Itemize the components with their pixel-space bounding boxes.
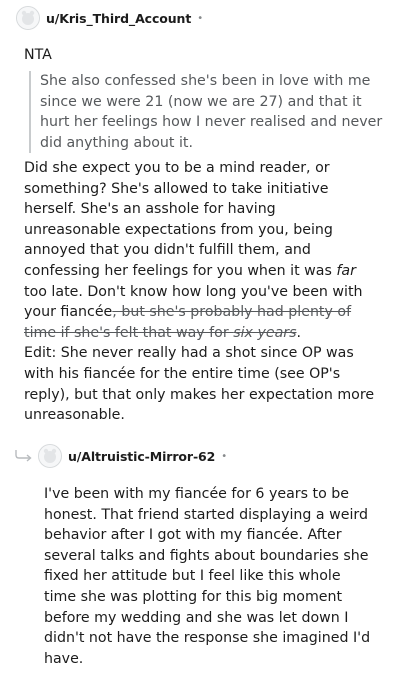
edit-text: Edit: She never really had a shot since … bbox=[24, 345, 375, 424]
verdict-text: NTA bbox=[24, 47, 52, 63]
body-text: Did she expect you to be a mind reader, … bbox=[24, 160, 337, 279]
separator-dot: • bbox=[197, 12, 204, 24]
comment-body: Did she expect you to be a mind reader, … bbox=[24, 158, 376, 426]
reply-arrow-icon bbox=[15, 450, 32, 462]
separator-dot: • bbox=[221, 450, 228, 462]
username[interactable]: u/Kris_Third_Account bbox=[46, 11, 191, 26]
avatar[interactable] bbox=[16, 6, 40, 30]
avatar[interactable] bbox=[38, 444, 62, 468]
comment-body: I've been with my fiancée for 6 years to… bbox=[44, 486, 371, 667]
emphasis-text: far bbox=[336, 262, 356, 279]
comment-header: u/Altruistic-Mirror-62 • bbox=[38, 444, 227, 468]
default-avatar-icon bbox=[17, 7, 39, 29]
default-avatar-icon bbox=[39, 445, 61, 467]
blockquote: She also confessed she's been in love wi… bbox=[29, 71, 385, 154]
username[interactable]: u/Altruistic-Mirror-62 bbox=[68, 449, 215, 464]
strikethrough-emphasis: six years bbox=[233, 324, 297, 341]
body-text: . bbox=[296, 324, 302, 341]
comment-header: u/Kris_Third_Account • bbox=[16, 6, 203, 30]
